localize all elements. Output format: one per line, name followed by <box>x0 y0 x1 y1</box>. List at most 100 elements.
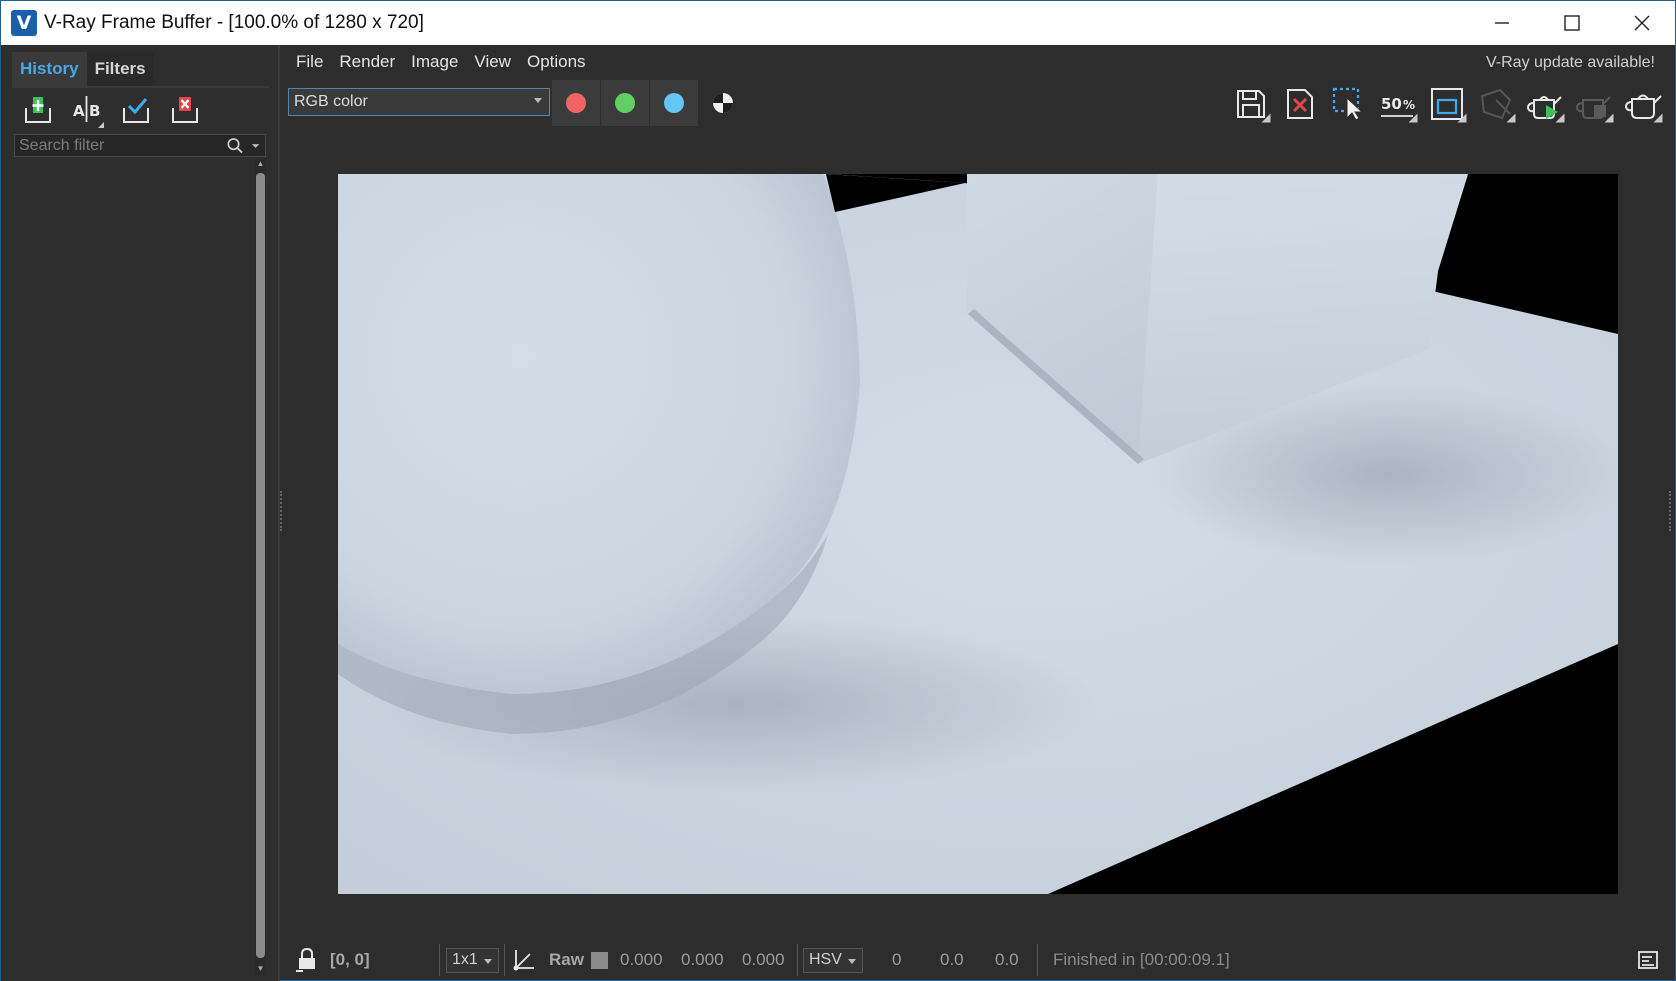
search-input[interactable] <box>15 135 226 156</box>
tab-history[interactable]: History <box>12 52 87 86</box>
save-image-button[interactable] <box>1229 82 1273 126</box>
chevron-down-icon[interactable] <box>249 136 262 156</box>
green-channel-button[interactable] <box>601 80 649 126</box>
log-icon <box>1638 951 1658 969</box>
tab-filters[interactable]: Filters <box>86 52 154 86</box>
svg-text:B: B <box>89 102 100 120</box>
menu-file[interactable]: File <box>294 52 325 72</box>
blue-channel-icon <box>664 93 684 113</box>
vfb-window: V V-Ray Frame Buffer - [100.0% of 1280 x… <box>0 0 1676 981</box>
status-bar: [0, 0] 1x1 Raw 0.000 0.000 0.000 HSV 0 0… <box>284 941 1674 979</box>
alpha-channel-button[interactable] <box>699 80 747 126</box>
close-icon <box>1634 15 1650 31</box>
dropdown-corner-icon <box>1653 113 1663 123</box>
color-space-box: HSV <box>803 947 863 973</box>
menu-bar: File Render Image View Options <box>284 47 1674 77</box>
svg-text:50: 50 <box>1381 95 1402 113</box>
menu-render[interactable]: Render <box>337 52 397 72</box>
remove-history-button[interactable] <box>167 92 203 128</box>
track-mouse-icon <box>1332 87 1364 121</box>
sample-size-box: 1x1 <box>446 947 499 973</box>
render-scene <box>338 174 1618 894</box>
status-divider <box>1037 944 1038 976</box>
pixel-color-swatch <box>591 941 608 979</box>
status-divider <box>504 944 505 976</box>
search-filter-box <box>14 134 266 157</box>
dropdown-corner-icon <box>1457 113 1467 123</box>
zoom-50-button[interactable]: 50 % <box>1376 82 1420 126</box>
menu-view[interactable]: View <box>472 52 513 72</box>
tab-divider <box>12 86 269 88</box>
channel-select[interactable]: RGB color <box>288 88 550 116</box>
dropdown-corner-icon <box>1408 113 1418 123</box>
sample-size-value: 1x1 <box>452 951 478 968</box>
interactive-render-button[interactable] <box>1523 82 1567 126</box>
right-splitter-handle[interactable] <box>1669 491 1675 531</box>
red-value: 0.000 <box>620 950 663 969</box>
search-icon[interactable] <box>226 136 245 156</box>
history-scrollbar[interactable]: ▲ ▼ <box>255 158 266 975</box>
color-space-value: HSV <box>809 951 842 968</box>
scroll-down-icon[interactable]: ▼ <box>255 963 266 975</box>
stop-render-button <box>1474 82 1518 126</box>
add-to-history-icon <box>25 97 51 123</box>
pixel-coords: [0, 0] <box>330 950 370 969</box>
log-button[interactable] <box>1637 941 1659 979</box>
track-mouse-button[interactable] <box>1327 82 1371 126</box>
status-divider <box>797 944 798 976</box>
clear-image-button[interactable] <box>1278 82 1322 126</box>
update-notice[interactable]: V-Ray update available! <box>1486 54 1655 72</box>
lock-coords-button[interactable] <box>295 941 319 979</box>
close-button[interactable] <box>1607 1 1676 45</box>
scroll-up-icon[interactable]: ▲ <box>255 158 266 170</box>
sample-size-select[interactable]: 1x1 <box>446 941 499 979</box>
minimize-icon <box>1495 22 1509 24</box>
load-checked-icon <box>123 98 149 123</box>
chevron-down-icon <box>534 98 542 103</box>
add-to-history-button[interactable] <box>20 92 56 128</box>
green-channel-icon <box>615 93 635 113</box>
title-bar: V V-Ray Frame Buffer - [100.0% of 1280 x… <box>1 1 1675 45</box>
dropdown-corner-icon <box>1506 113 1516 123</box>
lock-icon <box>296 947 315 972</box>
menu-options[interactable]: Options <box>525 52 588 72</box>
raw-mode-label[interactable]: Raw <box>549 941 584 979</box>
dropdown-corner-icon <box>1604 113 1614 123</box>
main-toolbar: RGB color 50 % <box>284 79 1674 129</box>
svg-text:A: A <box>73 102 85 120</box>
render-status-message: Finished in [00:00:09.1] <box>1053 950 1230 969</box>
ab-compare-button[interactable]: A B <box>69 92 105 128</box>
panel-tabs: History Filters <box>12 52 154 86</box>
chevron-down-icon <box>847 958 856 964</box>
color-space-select[interactable]: HSV <box>803 941 863 979</box>
value-value: 0.0 <box>995 950 1019 969</box>
svg-text:%: % <box>1403 98 1415 112</box>
render-last-button <box>1572 82 1616 126</box>
curve-corner-icon <box>513 950 534 971</box>
hue-value: 0 <box>892 950 902 969</box>
saturation-value: 0.0 <box>940 950 964 969</box>
window-title: V-Ray Frame Buffer - [100.0% of 1280 x 7… <box>44 12 424 33</box>
remove-icon <box>172 97 198 123</box>
rendered-image[interactable] <box>338 174 1618 894</box>
scrollbar-thumb[interactable] <box>256 173 265 958</box>
color-clamp-button[interactable] <box>512 941 536 979</box>
menu-image[interactable]: Image <box>409 52 460 72</box>
history-panel: History Filters A B Search filter ▲ ▼ <box>1 45 280 981</box>
load-history-button[interactable] <box>118 92 154 128</box>
chevron-down-icon <box>483 958 492 964</box>
dropdown-corner-icon <box>1261 113 1271 123</box>
minimize-button[interactable] <box>1467 1 1537 45</box>
render-production-button[interactable] <box>1621 82 1665 126</box>
green-value: 0.000 <box>681 950 724 969</box>
red-channel-button[interactable] <box>552 80 600 126</box>
maximize-button[interactable] <box>1537 1 1607 45</box>
ab-compare-icon: A B <box>73 96 104 128</box>
clear-image-icon <box>1287 89 1313 119</box>
red-channel-icon <box>566 93 586 113</box>
alpha-channel-icon <box>713 93 733 113</box>
blue-channel-button[interactable] <box>650 80 698 126</box>
region-render-button[interactable] <box>1425 82 1469 126</box>
maximize-icon <box>1564 15 1580 31</box>
channel-select-value: RGB color <box>294 93 368 110</box>
